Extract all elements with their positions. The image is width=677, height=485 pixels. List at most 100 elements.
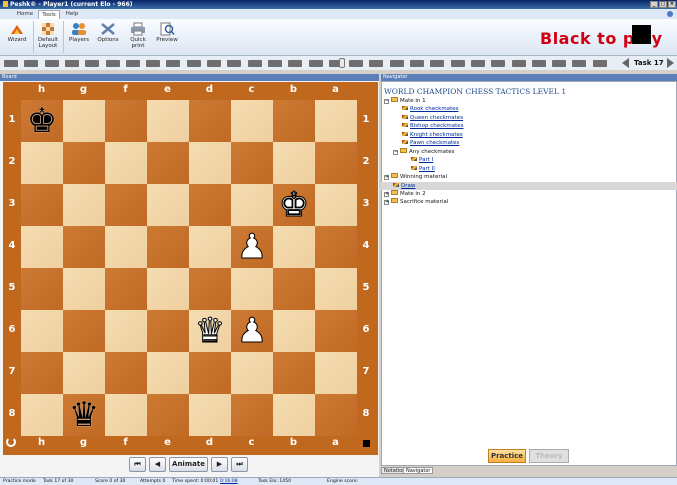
board-square-b2[interactable]	[273, 142, 315, 184]
board-square-h4[interactable]	[21, 226, 63, 268]
board-square-e8[interactable]	[147, 394, 189, 436]
tree-item[interactable]: Part I	[411, 156, 433, 164]
tree-label[interactable]: Rook checkmates	[410, 106, 458, 112]
board-square-b5[interactable]	[273, 268, 315, 310]
tree-folder[interactable]: − Mate in 1	[384, 97, 426, 105]
task-progress-segment[interactable]	[4, 60, 18, 67]
tree-folder[interactable]: − Any checkmates	[393, 147, 455, 156]
tree-label[interactable]: Draw	[401, 183, 415, 189]
tree-item[interactable]: Draw	[381, 181, 677, 190]
task-progress-segment[interactable]	[166, 60, 181, 67]
board-square-h5[interactable]	[21, 268, 63, 310]
tree-item[interactable]: Bishop checkmates	[402, 122, 464, 130]
board-square-e1[interactable]	[147, 100, 189, 142]
tree-folder[interactable]: + Sacrifice material	[384, 198, 448, 206]
board-square-e3[interactable]	[147, 184, 189, 226]
expand-icon[interactable]: +	[384, 175, 389, 181]
board-square-d8[interactable]	[189, 394, 231, 436]
task-progress-segment[interactable]	[288, 60, 303, 67]
task-progress-segment[interactable]	[146, 60, 161, 67]
expand-icon[interactable]: +	[384, 200, 389, 206]
board-square-g6[interactable]	[63, 310, 105, 352]
tree-label[interactable]: Knight checkmates	[410, 132, 463, 138]
board-square-b8[interactable]	[273, 394, 315, 436]
tree-folder[interactable]: + Mate in 2	[384, 189, 426, 198]
board-square-a5[interactable]	[315, 268, 357, 310]
task-progress-segment[interactable]	[105, 60, 120, 67]
white-pawn-c4-piece[interactable]: ♟	[231, 226, 273, 268]
board-square-a2[interactable]	[315, 142, 357, 184]
task-progress-segment[interactable]	[552, 60, 567, 67]
task-progress-segment[interactable]	[389, 60, 404, 67]
task-progress-segment[interactable]	[450, 60, 465, 67]
task-progress-segment[interactable]	[186, 60, 201, 67]
preview-button[interactable]: Preview	[154, 20, 180, 54]
tab-help[interactable]: Help	[62, 10, 82, 19]
tree-label[interactable]: Part I	[419, 157, 433, 163]
first-move-button[interactable]: ⏮	[129, 457, 146, 472]
board-square-h6[interactable]	[21, 310, 63, 352]
board-square-b1[interactable]	[273, 100, 315, 142]
board-square-c7[interactable]	[231, 352, 273, 394]
collapse-icon[interactable]: −	[393, 149, 398, 155]
board-square-f6[interactable]	[105, 310, 147, 352]
board-square-a1[interactable]	[315, 100, 357, 142]
board-square-c5[interactable]	[231, 268, 273, 310]
white-pawn-c6-piece[interactable]: ♟	[231, 310, 273, 352]
status-time-link[interactable]: 0:16:08	[220, 478, 238, 485]
task-progress-segment[interactable]	[308, 60, 323, 67]
black-king-piece[interactable]: ♚	[21, 100, 63, 142]
maximize-button[interactable]: □	[659, 1, 667, 8]
task-progress-segment[interactable]	[511, 60, 526, 67]
task-progress-marker[interactable]	[339, 58, 345, 68]
board-square-g2[interactable]	[63, 142, 105, 184]
options-button[interactable]: Options	[95, 20, 121, 54]
board-square-e6[interactable]	[147, 310, 189, 352]
board-square-g7[interactable]	[63, 352, 105, 394]
tree-item[interactable]: Knight checkmates	[402, 131, 463, 139]
board-square-a7[interactable]	[315, 352, 357, 394]
task-progress-segment[interactable]	[592, 60, 607, 67]
board-square-a8[interactable]	[315, 394, 357, 436]
board-square-a6[interactable]	[315, 310, 357, 352]
board-square-e5[interactable]	[147, 268, 189, 310]
task-progress-segment[interactable]	[349, 60, 364, 67]
task-progress-segment[interactable]	[369, 60, 384, 67]
task-progress-segment[interactable]	[491, 60, 506, 67]
previous-move-button[interactable]: ◀	[149, 457, 166, 472]
board-square-f2[interactable]	[105, 142, 147, 184]
board-square-g5[interactable]	[63, 268, 105, 310]
close-button[interactable]: ×	[668, 1, 676, 8]
previous-task-icon[interactable]	[622, 58, 629, 68]
flip-board-icon[interactable]	[6, 437, 16, 447]
task-progress-segment[interactable]	[572, 60, 587, 67]
tree-item[interactable]: Pawn checkmates	[402, 139, 459, 147]
tree-label[interactable]: Bishop checkmates	[410, 123, 464, 129]
board-square-h3[interactable]	[21, 184, 63, 226]
wizard-button[interactable]: Wizard	[4, 20, 30, 54]
board-square-f3[interactable]	[105, 184, 147, 226]
board-square-h2[interactable]	[21, 142, 63, 184]
task-progress-segment[interactable]	[207, 60, 221, 67]
tree-item[interactable]: Part II	[411, 165, 435, 173]
players-button[interactable]: Players	[66, 20, 92, 54]
board-square-c1[interactable]	[231, 100, 273, 142]
black-queen-piece[interactable]: ♛	[63, 394, 105, 436]
board-square-e7[interactable]	[147, 352, 189, 394]
board-square-c8[interactable]	[231, 394, 273, 436]
board-square-e2[interactable]	[147, 142, 189, 184]
tree-folder[interactable]: + Winning material	[384, 173, 447, 181]
board-square-c3[interactable]	[231, 184, 273, 226]
board-square-f5[interactable]	[105, 268, 147, 310]
tree-label[interactable]: Part II	[419, 166, 435, 172]
white-king-piece[interactable]: ♚	[273, 184, 315, 226]
task-progress-segment[interactable]	[64, 60, 79, 67]
task-progress-segment[interactable]	[125, 60, 140, 67]
board-square-g4[interactable]	[63, 226, 105, 268]
board-square-h8[interactable]	[21, 394, 63, 436]
tree-label[interactable]: Pawn checkmates	[410, 140, 459, 146]
tree-item[interactable]: Rook checkmates	[402, 105, 458, 113]
board-square-b6[interactable]	[273, 310, 315, 352]
next-task-icon[interactable]	[667, 58, 674, 68]
task-progress-segment[interactable]	[531, 60, 546, 67]
